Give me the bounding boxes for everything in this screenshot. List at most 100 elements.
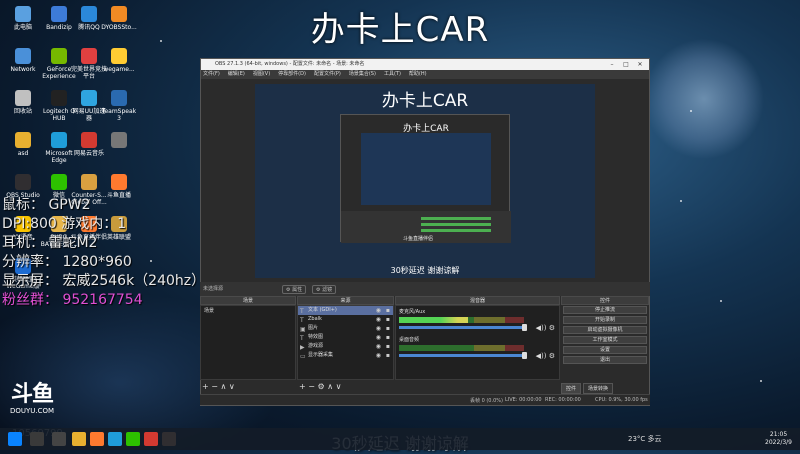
mixer-track-name: 麦克风/Aux [399,309,426,315]
speaker-icon[interactable]: ◀)) ⚙ [536,352,555,360]
menu-item[interactable]: 视图(V) [253,71,270,77]
move-up-icon[interactable]: ∧ [327,382,333,391]
visibility-eye-icon[interactable]: ◉ [376,351,381,360]
desktop-icon[interactable]: 回收站 [4,90,42,115]
lock-icon[interactable]: ▪ [386,333,390,342]
menu-item[interactable]: 帮助(H) [409,71,427,77]
overlay-monitor: 显示屏： 宏威2546k（240hz） [2,273,206,289]
source-item[interactable]: T Zbalk ◉ ▪ [298,315,393,324]
volume-slider-handle[interactable] [522,352,527,359]
audio-level-meter [399,317,524,323]
file-explorer-icon[interactable] [72,432,86,446]
edge-icon[interactable] [108,432,122,446]
star [760,380,762,382]
stream-overlay-info: 鼠标： GPW2 DPI:800 游戏内：1 耳机： 雷蛇M2 分辨率： 128… [2,196,205,310]
wechat-icon[interactable] [126,432,140,446]
dropped-frames: 丢帧 0 (0.0%) [470,398,503,404]
move-down-icon[interactable]: ∨ [229,382,235,391]
app-icon [111,48,127,64]
control-tab[interactable]: 场景转换 [583,383,614,394]
visibility-eye-icon[interactable]: ◉ [376,333,381,342]
remove-source-icon[interactable]: − [308,382,315,391]
preview-title: 办卡上CAR [381,91,469,111]
speaker-icon[interactable]: ◀)) ⚙ [536,324,555,332]
volume-slider-handle[interactable] [522,324,527,331]
control-button[interactable]: 退出 [563,356,647,364]
volume-slider[interactable] [399,324,527,331]
lock-icon[interactable]: ▪ [386,324,390,333]
task-view-icon[interactable] [52,432,66,446]
source-item[interactable]: ▶ 游戏源 ◉ ▪ [298,342,393,351]
netease-music-icon[interactable] [144,432,158,446]
properties-label: 属性 [292,287,303,293]
app-icon [81,90,97,106]
clock[interactable]: 21:05 2022/3/9 [765,431,792,447]
obs-preview[interactable]: 办卡上CAR 办卡上CAR 斗鱼直播伴侣 30秒延迟 谢谢谅解 [255,84,595,278]
add-scene-icon[interactable]: + [202,382,209,391]
obs-taskbar-icon[interactable] [162,432,176,446]
menu-item[interactable]: 配置文件(P) [314,71,341,77]
lock-icon[interactable]: ▪ [386,306,390,315]
cpu-usage: CPU: 0.9%, 30.00 fps [595,397,648,403]
weather-widget[interactable]: 23°C 多云 [628,434,662,444]
sources-toolbar: + − ⚙ ∧ ∨ [299,382,341,391]
move-up-icon[interactable]: ∧ [221,382,227,391]
menu-item[interactable]: 工具(T) [384,71,401,77]
source-item[interactable]: ▭ 显示器采集 ◉ ▪ [298,351,393,360]
remove-scene-icon[interactable]: − [211,382,218,391]
scenes-list[interactable]: 场景 [200,305,296,380]
control-button[interactable]: 停止推流 [563,306,647,314]
lock-icon[interactable]: ▪ [386,315,390,324]
scene-item[interactable]: 场景 [201,306,295,315]
mixer-track-name: 桌面音频 [399,337,420,343]
add-source-icon[interactable]: + [299,382,306,391]
volume-slider[interactable] [399,352,527,359]
visibility-eye-icon[interactable]: ◉ [376,306,381,315]
control-button[interactable]: 启动虚拟摄像机 [563,326,647,334]
desktop-icon[interactable]: asd [4,132,42,157]
preview-inner-caption: 斗鱼直播伴侣 [403,236,434,242]
desktop-icon[interactable]: Network [4,48,42,73]
source-item[interactable]: ▣ 图片 ◉ ▪ [298,324,393,333]
menu-item[interactable]: 停靠部件(D) [278,71,306,77]
move-down-icon[interactable]: ∨ [336,382,342,391]
search-icon[interactable] [30,432,44,446]
minimize-icon[interactable]: – [605,59,619,70]
visibility-eye-icon[interactable]: ◉ [376,315,381,324]
menu-item[interactable]: 场景集合(S) [349,71,376,77]
control-tab[interactable]: 控件 [561,383,582,394]
visibility-eye-icon[interactable]: ◉ [376,342,381,351]
desktop-icon-label: wegame... [103,66,135,73]
lock-icon[interactable]: ▪ [386,351,390,360]
source-item[interactable]: T 文本 (GDI+) ◉ ▪ [298,306,393,315]
source-settings-icon[interactable]: ⚙ [318,382,325,391]
desktop-icon[interactable]: wegame... [100,48,138,73]
desktop-icon[interactable] [100,132,138,150]
maximize-icon[interactable]: □ [619,59,633,70]
properties-button[interactable]: ⚙ 属性 [282,285,307,294]
douyu-app-icon[interactable] [90,432,104,446]
menu-item[interactable]: 编辑(E) [228,71,245,77]
control-button[interactable]: 工作室模式 [563,336,647,344]
control-button[interactable]: 开始录制 [563,316,647,324]
desktop-icon-label: 回收站 [13,108,32,115]
sources-list[interactable]: T 文本 (GDI+) ◉ ▪ T Zbalk ◉ ▪ ▣ 图片 ◉ ▪ T 特效图 ◉ ▪ ▶ 游戏源 ◉ ▪ ▭ 显示… [297,305,394,380]
source-type-icon: ▭ [300,353,306,360]
lock-icon[interactable]: ▪ [386,342,390,351]
desktop-icon[interactable]: DYOBSSto... [100,6,138,31]
desktop-icon-label: DYOBSSto... [101,24,137,31]
desktop-icon[interactable]: TeamSpeak 3 [100,90,138,122]
windows-start-icon[interactable] [8,432,22,446]
mixer-body: 麦克风/Aux ◀)) ⚙ 桌面音频 ◀)) ⚙ [395,305,560,380]
visibility-eye-icon[interactable]: ◉ [376,324,381,333]
menu-item[interactable]: 文件(F) [203,71,220,77]
desktop-icon[interactable]: 此电脑 [4,6,42,31]
star [690,110,692,112]
douyu-logo: 斗鱼 [10,382,54,407]
app-icon [51,6,67,22]
obs-titlebar[interactable]: OBS 27.1.3 (64-bit, windows) - 配置文件: 未命名… [201,59,649,70]
close-icon[interactable]: ✕ [633,59,647,70]
source-item[interactable]: T 特效图 ◉ ▪ [298,333,393,342]
filters-button[interactable]: ⚙ 滤镜 [312,285,337,294]
control-button[interactable]: 设置 [563,346,647,354]
